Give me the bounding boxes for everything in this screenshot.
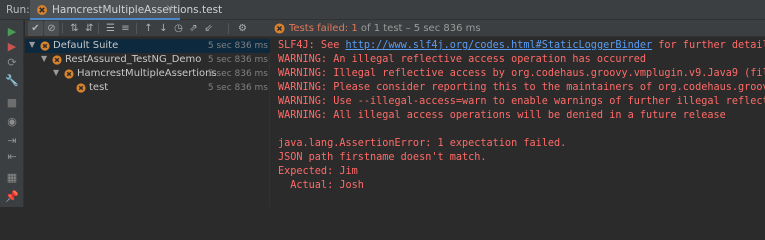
console-line-output: JSON path firstname doesn't match. bbox=[278, 152, 487, 163]
run-label: Run: bbox=[6, 4, 30, 16]
chevron-down-icon[interactable]: ▼ bbox=[53, 68, 59, 77]
collapse-all-icon[interactable]: ≡ bbox=[118, 21, 133, 36]
run-toolstrip: ▶ ▶ ⟳ 🔧 ■ ◉ ⇥ ⇤ ▦ 📌 bbox=[0, 20, 24, 207]
failed-icon bbox=[76, 83, 86, 93]
wrench-icon[interactable]: 🔧 bbox=[4, 72, 20, 88]
slf4j-prefix: SLF4J: See bbox=[278, 40, 346, 51]
show-passed-icon[interactable]: ✔ bbox=[28, 21, 43, 36]
slf4j-link[interactable]: http://www.slf4j.org/codes.html#StaticLo… bbox=[345, 40, 652, 51]
tree-item-duration: 5 sec 836 ms bbox=[207, 55, 268, 65]
tree-row[interactable]: test 5 sec 836 ms bbox=[25, 81, 270, 95]
console-output[interactable]: SLF4J: See http://www.slf4j.org/codes.ht… bbox=[271, 37, 765, 207]
console-line-output: Expected: Jim bbox=[278, 166, 358, 177]
test-tree: ▼ Default Suite 5 sec 836 ms ▼ RestAssured_T… bbox=[25, 37, 270, 207]
tree-item-label: test bbox=[89, 82, 109, 93]
pin-icon[interactable]: 📌 bbox=[4, 188, 20, 204]
stop-icon[interactable]: ■ bbox=[4, 94, 20, 110]
previous-failed-icon[interactable]: ↑ bbox=[141, 21, 156, 36]
rerun-failed-icon[interactable]: ▶ bbox=[4, 38, 20, 54]
slf4j-suffix: for further details. bbox=[658, 40, 765, 51]
import-icon[interactable]: ⇤ bbox=[4, 148, 20, 164]
sort-alpha-icon[interactable]: ⇅ bbox=[67, 21, 82, 36]
toolbar-separator bbox=[136, 23, 137, 34]
sort-duration-icon[interactable]: ⇵ bbox=[82, 21, 97, 36]
status-summary: of 1 test – 5 sec 836 ms bbox=[357, 23, 481, 34]
settings-icon[interactable]: ⚙ bbox=[235, 21, 250, 36]
toolbar-separator bbox=[228, 23, 229, 34]
failed-icon bbox=[52, 55, 62, 65]
chevron-down-icon[interactable]: ▼ bbox=[41, 54, 47, 63]
tab-label: HamcrestMultipleAssertions.test bbox=[52, 4, 223, 16]
toggle-autotest-icon[interactable]: ⟳ bbox=[4, 54, 20, 70]
status-failed-count: Tests failed: 1 bbox=[289, 23, 358, 34]
testng-icon bbox=[37, 5, 47, 15]
chevron-down-icon[interactable]: ▼ bbox=[29, 40, 35, 49]
run-tabbar: Run: HamcrestMultipleAssertions.test × bbox=[0, 0, 765, 20]
tree-row[interactable]: ▼ HamcrestMultipleAssertions 5 sec 836 ms bbox=[25, 67, 270, 81]
export-icon[interactable]: ⇥ bbox=[4, 132, 20, 148]
tree-item-duration: 5 sec 836 ms bbox=[207, 83, 268, 93]
tree-item-duration: 5 sec 836 ms bbox=[207, 69, 268, 79]
tree-row[interactable]: ▼ RestAssured_TestNG_Demo 5 sec 836 ms bbox=[25, 53, 270, 67]
tab-hamcrest-multiple-assertions[interactable]: HamcrestMultipleAssertions.test × bbox=[30, 0, 222, 20]
toolbar-separator bbox=[62, 23, 63, 34]
console-line-slf4j: SLF4J: See http://www.slf4j.org/codes.ht… bbox=[278, 40, 765, 51]
console-line-warning: WARNING: An illegal reflective access op… bbox=[278, 54, 647, 65]
tree-item-label: Default Suite bbox=[53, 40, 119, 51]
close-icon[interactable]: × bbox=[166, 3, 174, 14]
console-line-warning: WARNING: All illegal access operations w… bbox=[278, 110, 726, 121]
tree-item-label: RestAssured_TestNG_Demo bbox=[65, 54, 202, 65]
console-line-warning: WARNING: Use --illegal-access=warn to en… bbox=[278, 96, 765, 107]
console-line-warning: WARNING: Illegal reflective access by or… bbox=[278, 68, 765, 79]
test-status-bar: Tests failed: 1 of 1 test – 5 sec 836 ms bbox=[270, 20, 765, 37]
next-failed-icon[interactable]: ↓ bbox=[156, 21, 171, 36]
console-line-output: Actual: Josh bbox=[278, 180, 364, 191]
show-ignored-icon[interactable]: ⊘ bbox=[44, 21, 59, 36]
tree-item-duration: 5 sec 836 ms bbox=[207, 41, 268, 51]
status-text: Tests failed: 1 of 1 test – 5 sec 836 ms bbox=[289, 23, 481, 34]
failed-icon bbox=[274, 23, 285, 34]
console-line-warning: WARNING: Please consider reporting this … bbox=[278, 82, 765, 93]
expand-all-icon[interactable]: ☰ bbox=[103, 21, 118, 36]
rerun-icon[interactable]: ▶ bbox=[4, 23, 20, 39]
history-icon[interactable]: ◷ bbox=[171, 21, 186, 36]
test-toolbar: ✔ ⊘ ⇅ ⇵ ☰ ≡ ↑ ↓ ◷ ⇗ ⇙ ⚙ bbox=[25, 20, 270, 37]
camera-icon[interactable]: ◉ bbox=[4, 113, 20, 129]
toolbar-separator bbox=[98, 23, 99, 34]
import-results-icon[interactable]: ⇙ bbox=[201, 21, 216, 36]
layout-icon[interactable]: ▦ bbox=[4, 169, 20, 185]
failed-icon bbox=[40, 41, 50, 51]
export-results-icon[interactable]: ⇗ bbox=[186, 21, 201, 36]
console-line-output: java.lang.AssertionError: 1 expectation … bbox=[278, 138, 567, 149]
tree-row[interactable]: ▼ Default Suite 5 sec 836 ms bbox=[25, 39, 270, 53]
tree-item-label: HamcrestMultipleAssertions bbox=[77, 68, 217, 79]
failed-icon bbox=[64, 69, 74, 79]
